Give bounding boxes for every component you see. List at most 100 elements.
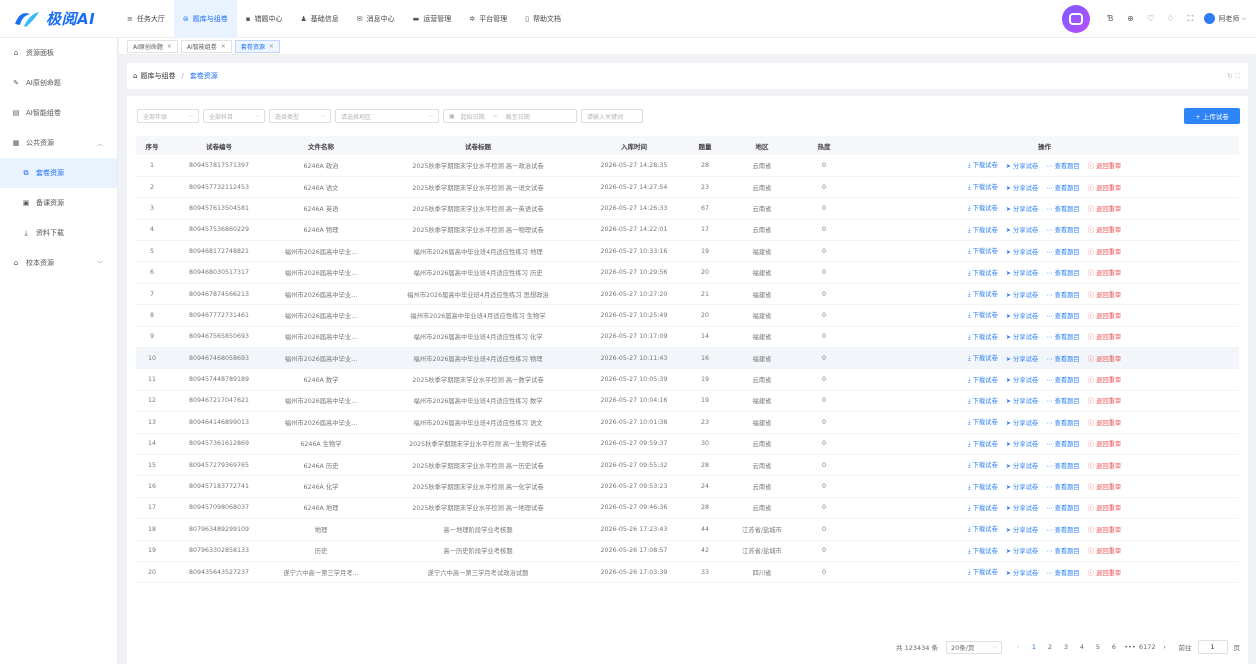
breadcrumb-root[interactable]: 题库与组卷 <box>140 71 175 81</box>
view-action[interactable]: ⋯ 查看题目 <box>1046 375 1080 384</box>
download-action[interactable]: ⤓ 下载试卷 <box>968 310 998 320</box>
view-action[interactable]: ⋯ 查看题目 <box>1046 439 1080 448</box>
download-action[interactable]: ⤓ 下载试卷 <box>968 439 998 449</box>
reject-action[interactable]: ⓘ 退回重审 <box>1088 375 1122 384</box>
user-menu[interactable]: 阿老师 ⌵ <box>1204 13 1246 24</box>
share-action[interactable]: ➤ 分享试卷 <box>1006 418 1038 427</box>
reject-action[interactable]: ⓘ 退回重审 <box>1088 439 1122 448</box>
page-4[interactable]: 4 <box>1075 643 1089 651</box>
subject-select[interactable]: 全部科目 ⌵ <box>203 109 265 123</box>
tab-0[interactable]: AI原创命题 × <box>127 39 178 53</box>
view-action[interactable]: ⋯ 查看题目 <box>1046 396 1080 405</box>
prev-page-button[interactable]: ‹ <box>1011 643 1025 651</box>
share-action[interactable]: ➤ 分享试卷 <box>1006 247 1038 256</box>
reject-action[interactable]: ⓘ 退回重审 <box>1088 482 1122 491</box>
page-6[interactable]: 6 <box>1107 643 1121 651</box>
download-action[interactable]: ⤓ 下载试卷 <box>968 268 998 278</box>
share-action[interactable]: ➤ 分享试卷 <box>1006 354 1038 363</box>
nav-item-4[interactable]: ✉ 消息中心 <box>348 0 404 38</box>
refresh-icon[interactable]: ↻ ⛶ <box>1227 72 1240 81</box>
share-action[interactable]: ➤ 分享试卷 <box>1006 225 1038 234</box>
share-action[interactable]: ➤ 分享试卷 <box>1006 183 1038 192</box>
share-action[interactable]: ➤ 分享试卷 <box>1006 204 1038 213</box>
start-date[interactable]: 起始日期 <box>461 112 485 121</box>
reject-action[interactable]: ⓘ 退回重审 <box>1088 354 1122 363</box>
keyword-input[interactable]: 请输入关键词 <box>581 109 643 123</box>
page-3[interactable]: 3 <box>1059 643 1073 651</box>
sidebar-item-4[interactable]: ⧉ 套卷资源 <box>0 158 117 188</box>
reject-action[interactable]: ⓘ 退回重审 <box>1088 161 1122 170</box>
share-action[interactable]: ➤ 分享试卷 <box>1006 546 1038 555</box>
reject-action[interactable]: ⓘ 退回重审 <box>1088 204 1122 213</box>
page-5[interactable]: 5 <box>1091 643 1105 651</box>
view-action[interactable]: ⋯ 查看题目 <box>1046 332 1080 341</box>
share-action[interactable]: ➤ 分享试卷 <box>1006 396 1038 405</box>
page-2[interactable]: 2 <box>1043 643 1057 651</box>
sidebar-item-5[interactable]: ▣ 备课资源 <box>0 188 117 218</box>
share-action[interactable]: ➤ 分享试卷 <box>1006 332 1038 341</box>
view-action[interactable]: ⋯ 查看题目 <box>1046 546 1080 555</box>
nav-item-7[interactable]: ▯ 帮助文档 <box>516 0 570 38</box>
sidebar-item-2[interactable]: ▤ AI智能组卷 <box>0 98 117 128</box>
reject-action[interactable]: ⓘ 退回重审 <box>1088 183 1122 192</box>
sidebar-item-3[interactable]: ▦ 公共资源 ︿ <box>0 128 117 158</box>
reject-action[interactable]: ⓘ 退回重审 <box>1088 247 1122 256</box>
download-action[interactable]: ⤓ 下载试卷 <box>968 567 998 577</box>
region-select[interactable]: 请选择地区 ⌵ <box>335 109 439 123</box>
download-action[interactable]: ⤓ 下载试卷 <box>968 182 998 192</box>
view-action[interactable]: ⋯ 查看题目 <box>1046 183 1080 192</box>
view-action[interactable]: ⋯ 查看题目 <box>1046 311 1080 320</box>
share-action[interactable]: ➤ 分享试卷 <box>1006 311 1038 320</box>
upload-paper-button[interactable]: + 上传试卷 <box>1184 108 1240 124</box>
logo[interactable]: 极阅AI <box>0 0 118 38</box>
sidebar-item-7[interactable]: ⌂ 校本资源 ﹀ <box>0 248 117 278</box>
download-action[interactable]: ⤓ 下载试卷 <box>968 460 998 470</box>
share-action[interactable]: ➤ 分享试卷 <box>1006 268 1038 277</box>
reject-action[interactable]: ⓘ 退回重审 <box>1088 268 1122 277</box>
download-action[interactable]: ⤓ 下载试卷 <box>968 225 998 235</box>
tab-2[interactable]: 套卷资源 × <box>234 39 280 53</box>
reject-action[interactable]: ⓘ 退回重审 <box>1088 461 1122 470</box>
translate-icon[interactable]: Ɓ <box>1104 13 1116 25</box>
view-action[interactable]: ⋯ 查看题目 <box>1046 161 1080 170</box>
view-action[interactable]: ⋯ 查看题目 <box>1046 503 1080 512</box>
last-page[interactable]: 6172 <box>1139 643 1156 651</box>
nav-item-5[interactable]: ▬ 运营管理 <box>404 0 461 38</box>
view-action[interactable]: ⋯ 查看题目 <box>1046 290 1080 299</box>
share-action[interactable]: ➤ 分享试卷 <box>1006 439 1038 448</box>
view-action[interactable]: ⋯ 查看题目 <box>1046 204 1080 213</box>
view-action[interactable]: ⋯ 查看题目 <box>1046 268 1080 277</box>
view-action[interactable]: ⋯ 查看题目 <box>1046 247 1080 256</box>
view-action[interactable]: ⋯ 查看题目 <box>1046 525 1080 534</box>
reject-action[interactable]: ⓘ 退回重审 <box>1088 418 1122 427</box>
sidebar-item-0[interactable]: ⌂ 资源面板 <box>0 38 117 68</box>
share-action[interactable]: ➤ 分享试卷 <box>1006 461 1038 470</box>
reject-action[interactable]: ⓘ 退回重审 <box>1088 225 1122 234</box>
view-action[interactable]: ⋯ 查看题目 <box>1046 482 1080 491</box>
page-size-select[interactable]: 20条/页 ⌵ <box>945 640 1002 654</box>
download-action[interactable]: ⤓ 下载试卷 <box>968 332 998 342</box>
sidebar-item-1[interactable]: ✎ AI原创命题 <box>0 68 117 98</box>
view-action[interactable]: ⋯ 查看题目 <box>1046 461 1080 470</box>
close-icon[interactable]: × <box>221 43 226 50</box>
download-action[interactable]: ⤓ 下载试卷 <box>968 546 998 556</box>
grade-select[interactable]: 全部年级 ⌵ <box>137 109 199 123</box>
download-action[interactable]: ⤓ 下载试卷 <box>968 396 998 406</box>
fullscreen-icon[interactable]: ⛶ <box>1184 13 1196 25</box>
globe-icon[interactable]: ⊕ <box>1124 13 1136 25</box>
view-action[interactable]: ⋯ 查看题目 <box>1046 568 1080 577</box>
end-date[interactable]: 截至日期 <box>506 112 530 121</box>
reject-action[interactable]: ⓘ 退回重审 <box>1088 525 1122 534</box>
reject-action[interactable]: ⓘ 退回重审 <box>1088 311 1122 320</box>
nav-item-3[interactable]: ♟ 基础信息 <box>292 0 348 38</box>
share-action[interactable]: ➤ 分享试卷 <box>1006 482 1038 491</box>
download-action[interactable]: ⤓ 下载试卷 <box>968 160 998 170</box>
next-page-button[interactable]: › <box>1158 643 1172 651</box>
type-select[interactable]: 选择类型 ⌵ <box>269 109 331 123</box>
download-action[interactable]: ⤓ 下载试卷 <box>968 246 998 256</box>
nav-item-1[interactable]: ⊜ 题库与组卷 <box>173 0 237 38</box>
share-action[interactable]: ➤ 分享试卷 <box>1006 525 1038 534</box>
close-icon[interactable]: × <box>269 43 274 50</box>
view-action[interactable]: ⋯ 查看题目 <box>1046 418 1080 427</box>
download-action[interactable]: ⤓ 下载试卷 <box>968 203 998 213</box>
